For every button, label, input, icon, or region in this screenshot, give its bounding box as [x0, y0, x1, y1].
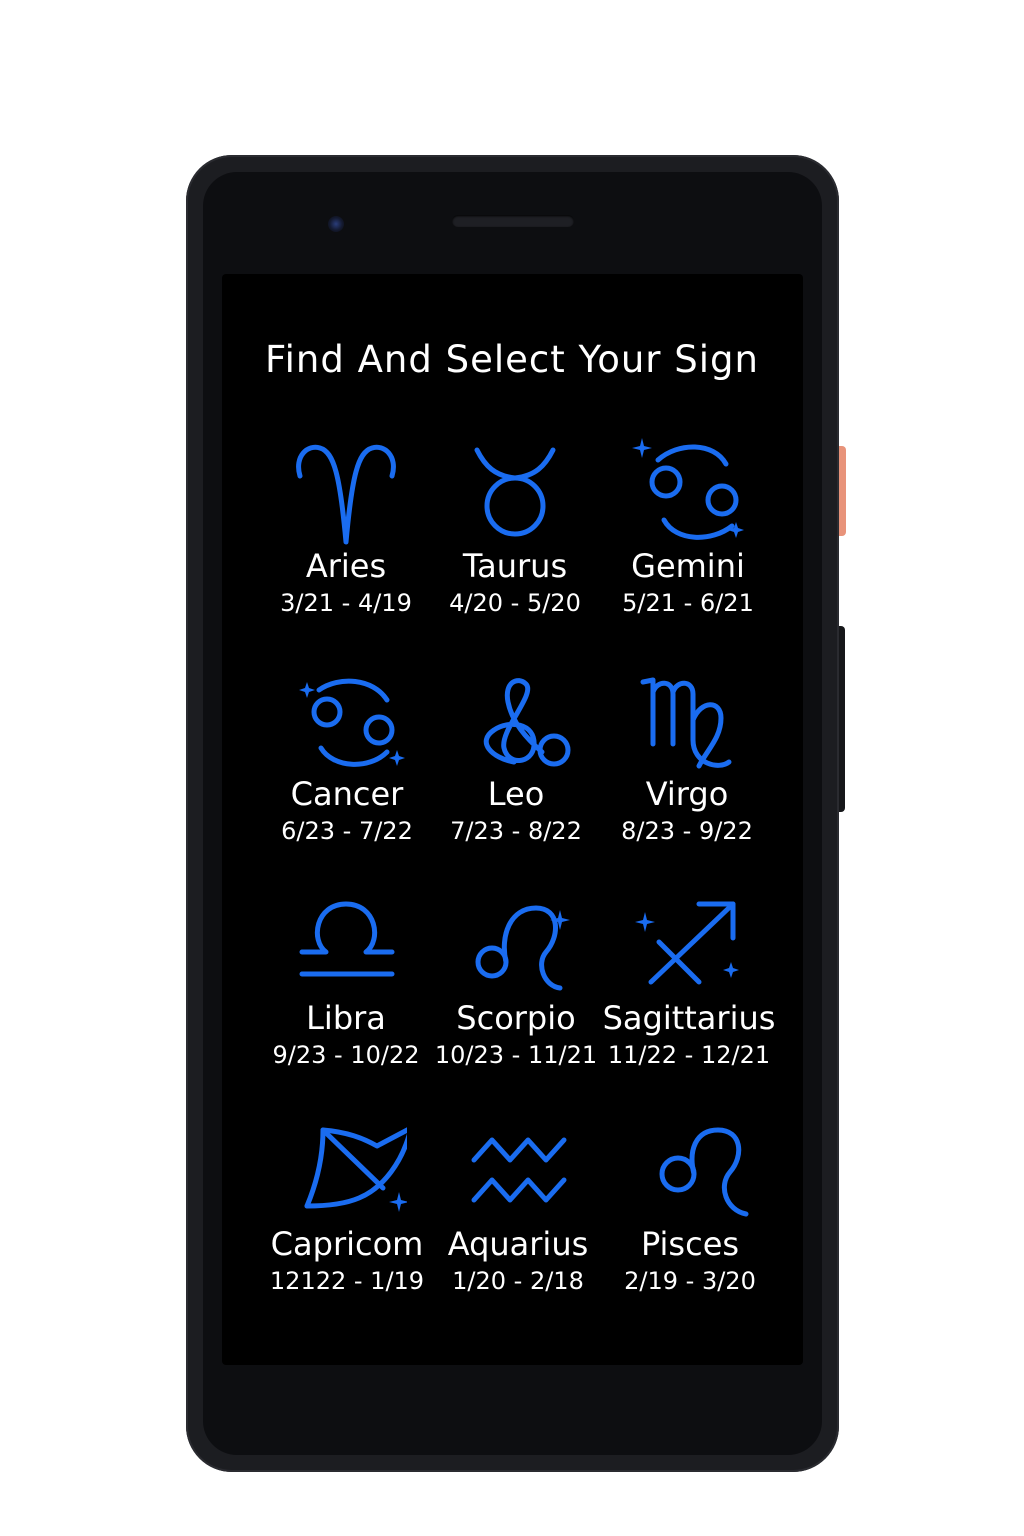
cancer-icon: [299, 678, 405, 767]
sign-name: Libra: [306, 999, 386, 1037]
sign-dates: 9/23 - 10/22: [272, 1041, 420, 1069]
libra-icon: [299, 901, 395, 977]
sign-dates: 11/22 - 12/21: [607, 1041, 771, 1069]
virgo-icon: [640, 677, 732, 769]
sign-name: Capricom: [270, 1225, 424, 1263]
sign-name: Cancer: [290, 775, 404, 813]
sign-name: Aquarius: [447, 1225, 589, 1263]
leo-icon: [475, 905, 570, 991]
sign-name: Leo: [487, 775, 545, 813]
page-title: Find And Select Your Sign: [265, 338, 759, 381]
sign-leo[interactable]: Leo 7/23 - 8/22: [426, 672, 606, 846]
sign-sagittarius[interactable]: Sagittarius 11/22 - 12/21: [599, 896, 779, 1070]
volume-button: [839, 626, 845, 812]
taurus-icon: [474, 447, 556, 537]
sign-name: Sagittarius: [602, 999, 776, 1037]
sign-name: Pisces: [640, 1225, 740, 1263]
sign-capricorn[interactable]: Capricom 12122 - 1/19: [257, 1122, 437, 1296]
leo-loop-icon: [483, 678, 571, 767]
cancer-style-icon: [632, 438, 744, 540]
sign-aries[interactable]: Aries 3/21 - 4/19: [256, 436, 436, 618]
sign-name: Scorpio: [456, 999, 576, 1037]
front-camera: [328, 216, 344, 232]
power-button: [839, 446, 846, 536]
sign-name: Gemini: [631, 547, 745, 585]
sign-dates: 7/23 - 8/22: [450, 817, 582, 845]
capricorn-bow-icon: [304, 1127, 407, 1212]
sign-dates: 5/21 - 6/21: [622, 589, 754, 617]
sign-aquarius[interactable]: Aquarius 1/20 - 2/18: [428, 1122, 608, 1296]
sign-pisces[interactable]: Pisces 2/19 - 3/20: [600, 1122, 780, 1296]
sign-dates: 2/19 - 3/20: [624, 1267, 756, 1295]
sign-dates: 8/23 - 9/22: [621, 817, 753, 845]
sign-dates: 4/20 - 5/20: [449, 589, 581, 617]
sign-dates: 1/20 - 2/18: [452, 1267, 584, 1295]
aries-icon: [296, 444, 396, 545]
sign-taurus[interactable]: Taurus 4/20 - 5/20: [425, 436, 605, 618]
earpiece-speaker: [452, 215, 574, 227]
sign-dates: 12122 - 1/19: [269, 1267, 425, 1295]
sign-libra[interactable]: Libra 9/23 - 10/22: [256, 896, 436, 1070]
sign-cancer[interactable]: Cancer 6/23 - 7/22: [257, 672, 437, 846]
sagittarius-icon: [635, 901, 739, 985]
leo-icon: [659, 1127, 749, 1217]
sign-virgo[interactable]: Virgo 8/23 - 9/22: [597, 672, 777, 846]
page: Find And Select Your Sign Aries 3/21 - 4…: [0, 0, 1024, 1536]
sign-gemini[interactable]: Gemini 5/21 - 6/21: [598, 436, 778, 618]
aquarius-icon: [471, 1137, 567, 1203]
sign-name: Virgo: [645, 775, 729, 813]
sign-dates: 3/21 - 4/19: [280, 589, 412, 617]
sign-name: Aries: [305, 547, 387, 585]
sign-dates: 10/23 - 11/21: [434, 1041, 598, 1069]
sign-name: Taurus: [462, 547, 568, 585]
sign-scorpio[interactable]: Scorpio 10/23 - 11/21: [426, 896, 606, 1070]
sign-dates: 6/23 - 7/22: [281, 817, 413, 845]
